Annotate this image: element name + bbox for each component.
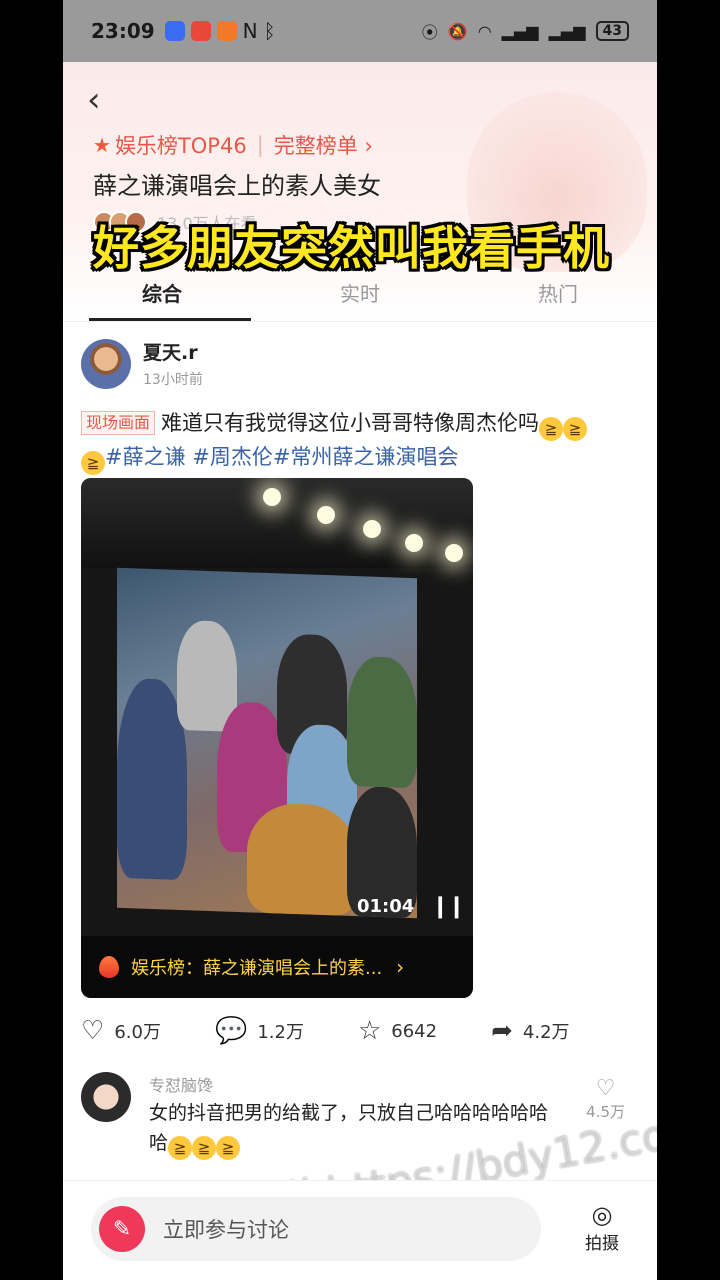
laughing-emoji-icon: ≧: [216, 1136, 241, 1160]
app-notification-icon: [190, 21, 211, 41]
battery-indicator: 43: [595, 21, 629, 41]
laughing-emoji-icon: ≧: [168, 1136, 193, 1160]
post-body: 难道只有我觉得这位小哥哥特像周杰伦吗: [161, 411, 540, 435]
crowd-figure: [247, 802, 357, 917]
app-screen: 23:09 N ᛒ ⦿ 🔕 ◠ ▂▄▆ ▂▄▆ 43 ‹ ★ 娱乐榜TOP46 …: [63, 0, 657, 1280]
comment-author[interactable]: 专怼脑馋: [149, 1072, 213, 1096]
author-name[interactable]: 夏天.r: [143, 338, 203, 365]
stage-light: [405, 534, 423, 552]
post-actions: ♡ 6.0万 💬 1.2万 ☆ 6642 ➦ 4.2万: [81, 1016, 639, 1046]
flame-icon: [99, 956, 119, 978]
camera-icon: ◎: [591, 1201, 613, 1229]
post-time: 13小时前: [143, 372, 203, 388]
bluetooth-icon: ᛒ: [263, 19, 276, 43]
signal-icon: ▂▄▆: [501, 21, 539, 41]
heart-icon: ♡: [595, 1076, 616, 1101]
discuss-placeholder: 立即参与讨论: [163, 1218, 289, 1242]
share-icon: ➦: [491, 1016, 513, 1046]
pause-icon[interactable]: ❙❙: [431, 894, 466, 919]
shoot-label: 拍摄: [585, 1234, 619, 1254]
stage-light: [445, 544, 463, 562]
post-text: 现场画面 难道只有我觉得这位小哥哥特像周杰伦吗 ≧ ≧ ≧ #薛之谦 #周杰伦#常州薛之…: [81, 407, 639, 475]
nfc-icon: N: [242, 19, 258, 43]
stage-light: [363, 520, 381, 538]
video-topic-text: 娱乐榜：薛之谦演唱会上的素...: [131, 958, 383, 979]
wifi-icon: ◠: [477, 21, 492, 41]
rank-line: ★ 娱乐榜TOP46 | 完整榜单 ›: [93, 130, 373, 160]
share-button[interactable]: ➦ 4.2万: [491, 1016, 569, 1046]
tab-comprehensive[interactable]: 综合: [63, 268, 261, 321]
shoot-button[interactable]: ◎ 拍摄: [585, 1201, 619, 1254]
comment-button[interactable]: 💬 1.2万: [215, 1016, 304, 1046]
comment-icon: 💬: [214, 1016, 248, 1046]
tab-realtime[interactable]: 实时: [261, 268, 459, 321]
laughing-emoji-icon: ≧: [539, 417, 564, 441]
author-row: 夏天.r 13小时前: [63, 338, 657, 389]
heart-icon: ♡: [81, 1016, 105, 1046]
divider: |: [256, 133, 264, 157]
signal-icon: ▂▄▆: [548, 21, 586, 41]
rank-label: 娱乐榜TOP46: [114, 134, 247, 158]
stage-light: [317, 506, 335, 524]
tab-hot[interactable]: 热门: [459, 268, 657, 321]
pen-icon: ✎: [99, 1206, 145, 1252]
chevron-right-icon: ›: [396, 955, 405, 979]
crowd-figure: [347, 655, 417, 789]
full-list-link[interactable]: 完整榜单 ›: [274, 130, 373, 160]
video-player[interactable]: 01:04 ❙❙ 娱乐榜：薛之谦演唱会上的素... ›: [81, 478, 473, 998]
tab-bar: 综合 实时 热门: [63, 268, 657, 322]
back-button[interactable]: ‹: [87, 80, 101, 120]
video-duration: 01:04: [357, 896, 415, 917]
app-notification-icon: [164, 21, 185, 41]
hashtags[interactable]: #薛之谦 #周杰伦#常州薛之谦演唱会: [105, 445, 458, 469]
like-button[interactable]: ♡ 6.0万: [81, 1016, 161, 1046]
laughing-emoji-icon: ≧: [563, 417, 588, 441]
favorite-button[interactable]: ☆ 6642: [358, 1016, 437, 1046]
live-scene-badge: 现场画面: [81, 411, 156, 435]
video-frame: [117, 567, 417, 919]
bottom-bar: ✎ 立即参与讨论 ◎ 拍摄: [63, 1180, 657, 1280]
avatar[interactable]: [81, 1072, 131, 1122]
mute-icon: 🔕: [447, 21, 468, 41]
location-icon: ⦿: [421, 23, 438, 42]
author-info: 夏天.r 13小时前: [143, 338, 203, 389]
app-notification-icon: [216, 21, 237, 41]
laughing-emoji-icon: ≧: [81, 451, 105, 475]
status-time: 23:09: [91, 19, 155, 43]
topic-title: 薛之谦演唱会上的素人美女: [93, 172, 381, 200]
post-card: 夏天.r 13小时前 现场画面 难道只有我觉得这位小哥哥特像周杰伦吗 ≧ ≧ ≧ #薛之…: [63, 338, 657, 1160]
status-bar: 23:09 N ᛒ ⦿ 🔕 ◠ ▂▄▆ ▂▄▆ 43: [63, 0, 657, 62]
stage-light: [263, 488, 281, 506]
star-icon: ☆: [357, 1016, 382, 1046]
video-topic-bar[interactable]: 娱乐榜：薛之谦演唱会上的素... ›: [81, 936, 473, 998]
avatar[interactable]: [81, 338, 131, 389]
discuss-input[interactable]: ✎ 立即参与讨论: [91, 1197, 541, 1261]
laughing-emoji-icon: ≧: [192, 1136, 217, 1160]
star-icon: ★: [93, 133, 111, 157]
